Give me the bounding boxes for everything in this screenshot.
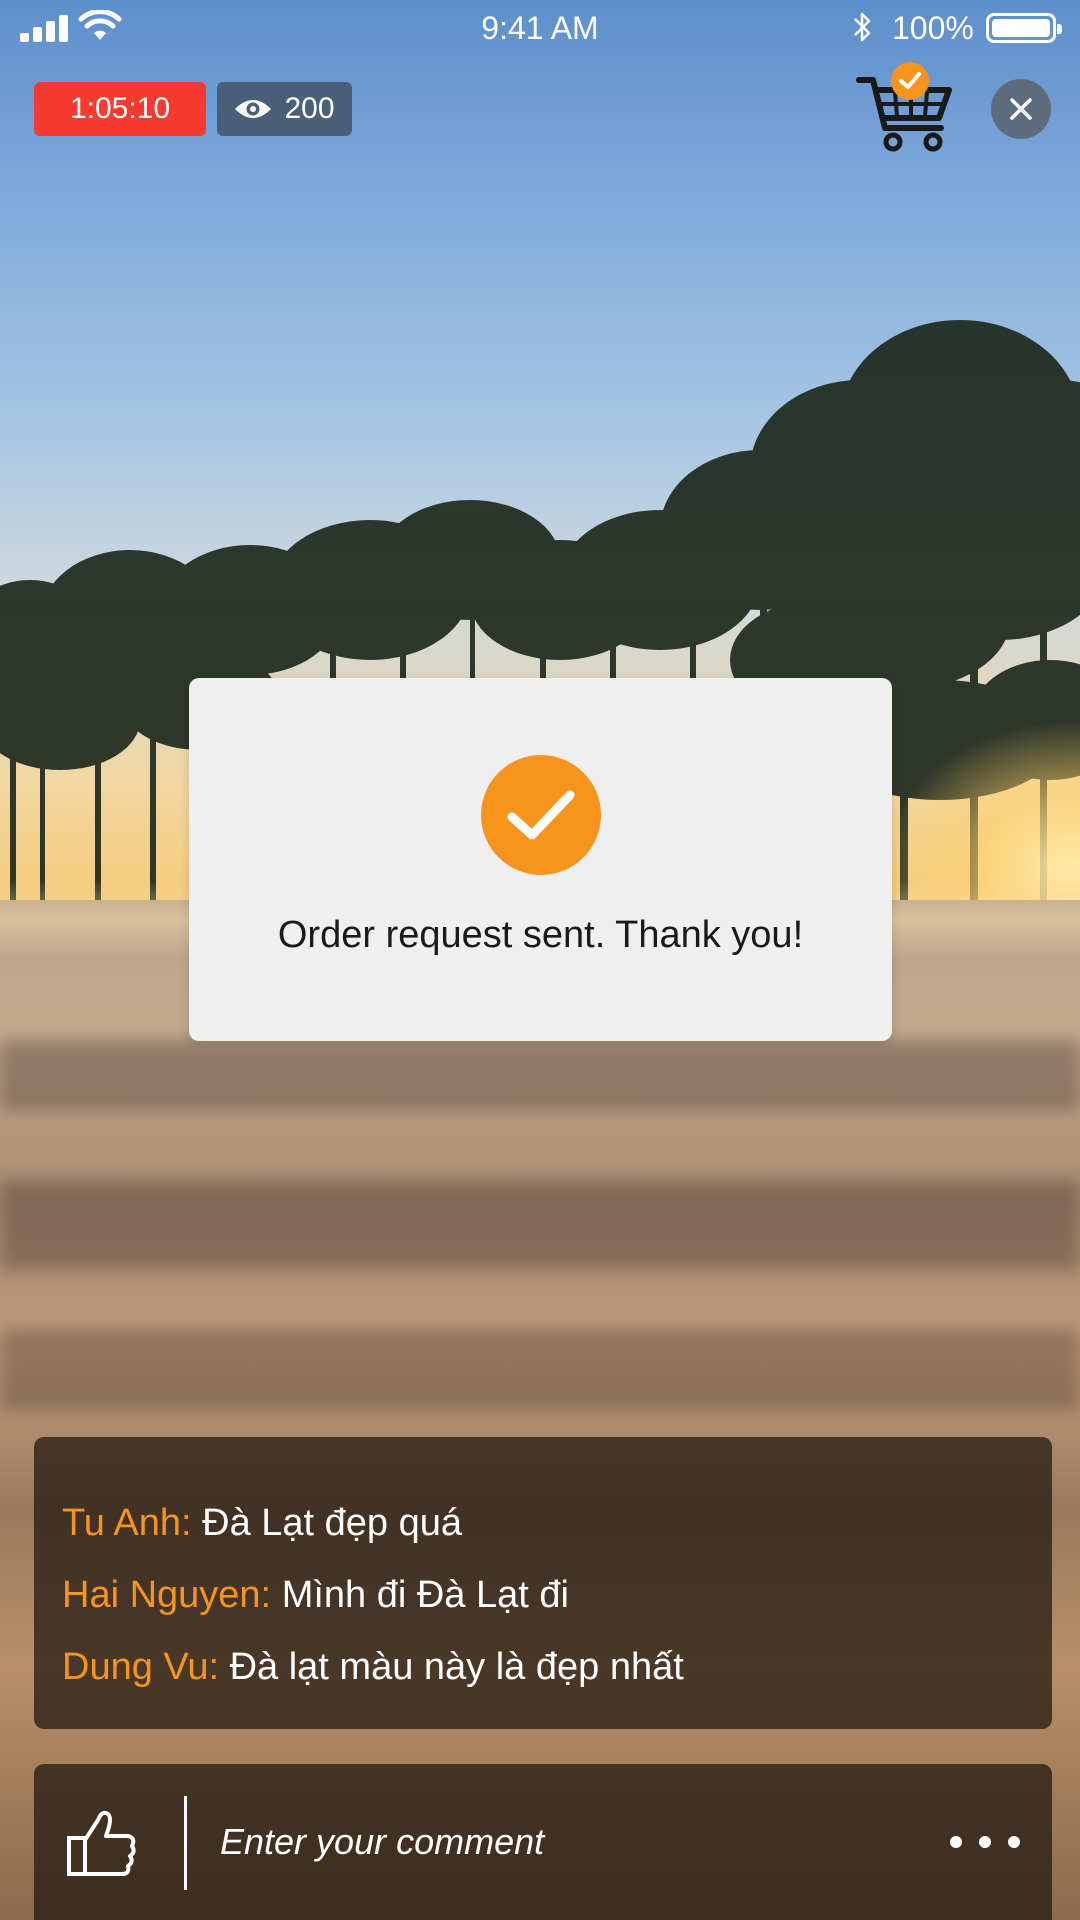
close-icon bbox=[1010, 98, 1032, 120]
chat-text: Đà Lạt đẹp quá bbox=[202, 1502, 463, 1544]
thumbs-up-icon bbox=[67, 1810, 136, 1876]
check-circle-icon bbox=[481, 755, 601, 875]
dialog-message: Order request sent. Thank you! bbox=[277, 914, 804, 956]
divider bbox=[184, 1796, 187, 1890]
more-dots-icon bbox=[950, 1836, 962, 1848]
chat-username: Dung Vu: bbox=[62, 1646, 220, 1688]
chat-username: Tu Anh: bbox=[62, 1502, 192, 1544]
like-button[interactable] bbox=[66, 1808, 138, 1878]
chat-message: Dung Vu: Đà lạt màu này là đẹp nhất bbox=[62, 1631, 1024, 1703]
chat-panel: Tu Anh: Đà Lạt đẹp quá Hai Nguyen: Mình … bbox=[34, 1437, 1052, 1729]
tree-shadow bbox=[0, 1330, 1080, 1410]
cart-button[interactable] bbox=[855, 62, 955, 154]
battery-icon bbox=[986, 13, 1062, 43]
chat-message: Tu Anh: Đà Lạt đẹp quá bbox=[62, 1487, 1024, 1559]
chat-message: Hai Nguyen: Mình đi Đà Lạt đi bbox=[62, 1559, 1024, 1631]
live-duration-badge: 1:05:10 bbox=[34, 82, 206, 136]
bluetooth-icon bbox=[854, 12, 871, 42]
comment-bar bbox=[34, 1764, 1052, 1920]
tree-shadow bbox=[0, 1040, 1080, 1110]
viewer-count: 200 bbox=[284, 92, 335, 125]
check-icon bbox=[899, 72, 921, 89]
more-dots-icon bbox=[979, 1836, 991, 1848]
viewer-count-badge: 200 bbox=[217, 82, 352, 136]
status-bar: 9:41 AM 100% bbox=[0, 0, 1080, 56]
close-button[interactable] bbox=[991, 79, 1051, 139]
eye-icon bbox=[235, 100, 272, 118]
order-success-dialog: Order request sent. Thank you! bbox=[189, 678, 892, 1041]
more-button[interactable] bbox=[950, 1824, 1020, 1860]
chat-username: Hai Nguyen: bbox=[62, 1574, 272, 1616]
chat-text: Đà lạt màu này là đẹp nhất bbox=[229, 1646, 684, 1688]
chat-text: Mình đi Đà Lạt đi bbox=[281, 1574, 569, 1616]
battery-percentage: 100% bbox=[892, 10, 974, 46]
check-icon bbox=[507, 790, 575, 840]
comment-input[interactable] bbox=[220, 1812, 940, 1872]
more-dots-icon bbox=[1008, 1836, 1020, 1848]
cart-badge bbox=[891, 62, 929, 100]
tree-shadow bbox=[0, 1180, 1080, 1270]
